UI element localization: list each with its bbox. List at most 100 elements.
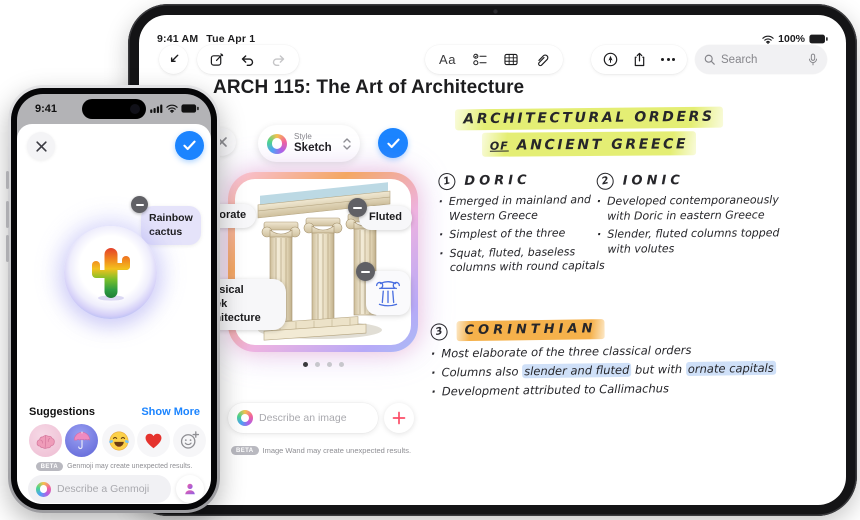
create-new-emoji-button[interactable] <box>173 424 206 457</box>
redo-button[interactable] <box>271 53 286 66</box>
notes-section-ionic: 2 IONIC · Developed contemporaneously with… <box>595 171 794 261</box>
mic-icon[interactable] <box>808 53 818 66</box>
checklist-icon <box>473 53 487 66</box>
checklist-button[interactable] <box>473 53 487 66</box>
suggestion-laughing-emoji[interactable] <box>102 424 135 457</box>
search-input[interactable] <box>721 53 802 66</box>
corinthian-bullet: · Columns also slender and fluted but wit… <box>431 360 776 380</box>
genmoji-prompt-input[interactable] <box>57 483 163 495</box>
cellular-icon <box>150 104 163 113</box>
redo-icon <box>272 55 285 66</box>
battery-icon <box>181 104 199 113</box>
genmoji-accept-button[interactable] <box>175 131 204 160</box>
battery-icon <box>809 34 828 44</box>
rainbow-cactus-emoji <box>91 247 130 301</box>
battery-percent: 100% <box>778 33 805 45</box>
show-more-link[interactable]: Show More <box>141 406 200 418</box>
genmoji-disclaimer: BETA Genmoji may create unexpected resul… <box>17 462 211 471</box>
suggestion-umbrella-genmoji[interactable] <box>65 424 98 457</box>
action-button <box>6 171 9 189</box>
image-wand-prompt-bar[interactable] <box>228 403 378 433</box>
genmoji-preview-bubble <box>64 226 157 319</box>
image-wand-accept-button[interactable] <box>378 128 408 158</box>
corinthian-number: 3 <box>428 321 450 342</box>
table-icon <box>504 53 518 66</box>
heart-emoji-icon <box>145 433 162 449</box>
ipad-screen: 9:41 AM Tue Apr 1 100% Aa Search ARCH 11… <box>139 15 846 505</box>
format-toolbar-group: Aa <box>425 45 563 74</box>
beta-badge: BETA <box>35 462 64 471</box>
stage: 9:41 AM Tue Apr 1 100% Aa Search ARCH 11… <box>0 0 860 520</box>
ipad-status-bar: 9:41 AM Tue Apr 1 <box>157 33 255 45</box>
style-value: Sketch <box>294 141 332 154</box>
ionic-number: 2 <box>595 171 616 192</box>
image-prompt-input[interactable] <box>259 412 369 424</box>
ipad-status-right: 100% <box>762 33 828 45</box>
ipad-device: 9:41 AM Tue Apr 1 100% Aa Search ARCH 11… <box>128 4 857 516</box>
dynamic-island <box>82 99 146 119</box>
column-sketch-icon <box>376 281 400 307</box>
wifi-icon <box>166 104 178 113</box>
collapse-icon <box>170 54 179 63</box>
image-pagination-dots[interactable] <box>248 362 398 367</box>
laughing-emoji-icon <box>108 431 129 450</box>
table-button[interactable] <box>504 53 518 66</box>
checkmark-icon <box>183 140 196 151</box>
remove-sketch-reference-button[interactable] <box>356 262 375 281</box>
suggestion-brain-emoji[interactable] <box>29 424 62 457</box>
style-swirl-icon <box>267 133 287 154</box>
undo-icon <box>241 55 254 66</box>
suggestion-heart-emoji[interactable] <box>137 424 170 457</box>
corinthian-bullet: · Development attributed to Callimachus <box>431 381 670 399</box>
remove-genmoji-prompt-button[interactable] <box>131 196 148 213</box>
share-button[interactable] <box>633 52 646 67</box>
brain-emoji-icon <box>36 434 55 449</box>
checkmark-icon <box>386 138 400 148</box>
doric-bullet: · Simplest of the three <box>439 226 566 242</box>
share-icon <box>634 52 645 67</box>
plus-icon <box>392 411 406 425</box>
style-picker[interactable]: Style Sketch <box>258 125 360 162</box>
ionic-bullet: · Slender, fluted columns topped with vol… <box>597 226 780 256</box>
undo-button[interactable] <box>240 53 255 66</box>
remove-fluted-button[interactable] <box>348 198 367 217</box>
paperclip-icon <box>538 54 549 66</box>
markup-button[interactable] <box>603 52 618 67</box>
apple-intelligence-icon <box>36 481 51 497</box>
apple-intelligence-icon <box>237 410 253 426</box>
more-button[interactable] <box>661 58 675 61</box>
people-genmoji-button[interactable] <box>176 475 204 503</box>
minus-icon <box>361 270 370 273</box>
image-wand-disclaimer: BETA Image Wand may create unexpected re… <box>231 446 411 455</box>
minus-icon <box>135 203 144 206</box>
suggestions-title: Suggestions <box>29 406 96 418</box>
doric-number: 1 <box>436 171 458 192</box>
ionic-bullet: · Developed contemporaneously with Doric … <box>596 193 779 223</box>
genmoji-close-button[interactable] <box>27 132 55 160</box>
text-format-button[interactable]: Aa <box>439 52 456 67</box>
markup-pen-icon <box>603 52 618 67</box>
corinthian-title: CORINTHIAN <box>456 319 605 342</box>
compose-button[interactable] <box>210 52 224 67</box>
style-label: Style <box>294 131 312 141</box>
minus-icon <box>353 206 362 209</box>
notes-section-corinthian: 3 CORINTHIAN · Most elaborate of the three… <box>428 316 799 404</box>
person-icon <box>185 483 195 495</box>
volume-down-button <box>6 235 9 262</box>
notes-section-doric: 1 DORIC · Emerged in mainland and Western … <box>436 171 607 280</box>
doric-bullet: · Squat, fluted, baseless columns with ro… <box>439 244 605 275</box>
umbrella-emoji-icon <box>73 431 90 449</box>
corinthian-bullet: · Most elaborate of the three classical o… <box>430 342 692 361</box>
genmoji-prompt-label[interactable]: Rainbow cactus <box>141 206 201 246</box>
close-icon <box>35 140 47 152</box>
search-bar[interactable] <box>695 45 827 74</box>
collapse-button[interactable] <box>159 45 188 74</box>
notes-heading-line1: ARCHITECTURAL ORDERS <box>439 105 739 131</box>
genmoji-prompt-bar[interactable] <box>28 475 171 503</box>
attachment-button[interactable] <box>535 53 549 67</box>
front-camera <box>130 104 140 114</box>
add-image-button[interactable] <box>384 403 414 433</box>
prompt-tag-fluted[interactable]: Fluted <box>359 206 412 230</box>
note-title[interactable]: ARCH 115: The Art of Architecture <box>213 77 524 99</box>
chevron-up-down-icon <box>343 137 351 150</box>
